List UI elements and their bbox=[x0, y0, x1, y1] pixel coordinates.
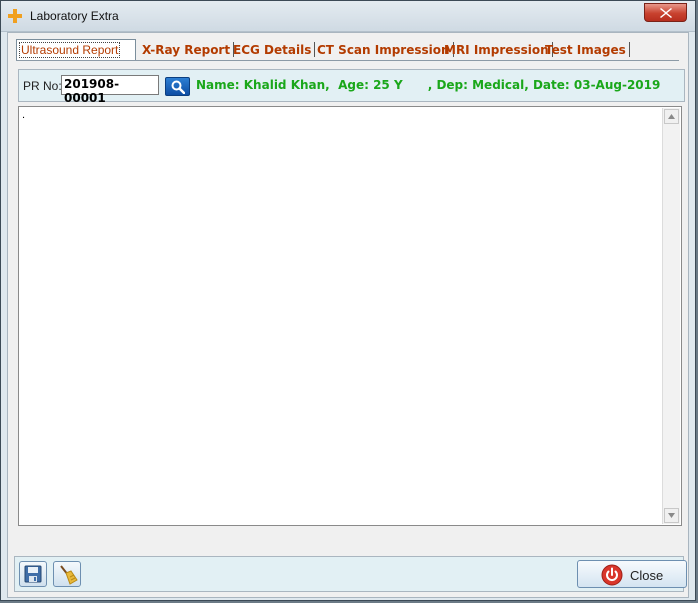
client-area: Ultrasound Report X-Ray Report ECG Detai… bbox=[7, 32, 689, 598]
arrow-up-icon bbox=[668, 114, 675, 119]
tab-x-ray-report[interactable]: X-Ray Report bbox=[142, 40, 235, 60]
title-bar[interactable]: Laboratory Extra bbox=[1, 1, 695, 32]
power-icon bbox=[601, 564, 623, 586]
report-editor-content: . bbox=[22, 109, 26, 121]
tab-label: ECG Details bbox=[233, 43, 312, 57]
search-icon bbox=[171, 80, 185, 94]
tab-label: Test Images bbox=[545, 43, 626, 57]
patient-search-bar: PR No: 201908-00001 Name: Khalid Khan, A… bbox=[18, 69, 685, 105]
clear-button[interactable] bbox=[53, 561, 81, 587]
search-button[interactable] bbox=[165, 77, 190, 96]
window-close-button[interactable] bbox=[644, 3, 687, 22]
vertical-scrollbar[interactable] bbox=[662, 108, 680, 524]
tab-label: MRI Impression bbox=[444, 43, 549, 57]
close-button-label: Close bbox=[630, 568, 664, 583]
tab-label: X-Ray Report bbox=[142, 43, 231, 57]
tab-divider bbox=[314, 42, 316, 57]
save-icon bbox=[24, 565, 42, 583]
tab-label: Ultrasound Report bbox=[19, 42, 121, 58]
tab-divider bbox=[628, 42, 630, 57]
arrow-down-icon bbox=[668, 513, 675, 518]
save-button[interactable] bbox=[19, 561, 47, 587]
patient-info-text: Name: Khalid Khan, Age: 25 Y , Dep: Medi… bbox=[196, 78, 661, 92]
broom-icon bbox=[60, 565, 78, 585]
plus-icon bbox=[8, 9, 22, 23]
laboratory-extra-window: Laboratory Extra Ultrasound Report X-Ray… bbox=[0, 0, 696, 601]
pr-no-input[interactable]: 201908-00001 bbox=[61, 75, 159, 105]
tab-test-images[interactable]: Test Images bbox=[545, 40, 630, 60]
tab-mri-impression[interactable]: MRI Impression bbox=[444, 40, 553, 60]
window-title: Laboratory Extra bbox=[30, 9, 119, 23]
scroll-down-button[interactable] bbox=[664, 508, 679, 523]
tab-ecg-details[interactable]: ECG Details bbox=[233, 40, 316, 60]
close-icon bbox=[660, 8, 672, 18]
bottom-toolbar: Close bbox=[14, 556, 687, 592]
pr-no-label: PR No: bbox=[23, 79, 62, 93]
tab-baseline bbox=[16, 60, 679, 61]
close-button[interactable]: Close bbox=[577, 560, 687, 588]
tab-ct-scan-impression[interactable]: CT Scan Impression bbox=[317, 40, 454, 60]
report-editor[interactable]: . bbox=[18, 106, 682, 526]
tab-ultrasound-report[interactable]: Ultrasound Report bbox=[16, 39, 136, 60]
tab-label: CT Scan Impression bbox=[317, 43, 450, 57]
scroll-up-button[interactable] bbox=[664, 109, 679, 124]
